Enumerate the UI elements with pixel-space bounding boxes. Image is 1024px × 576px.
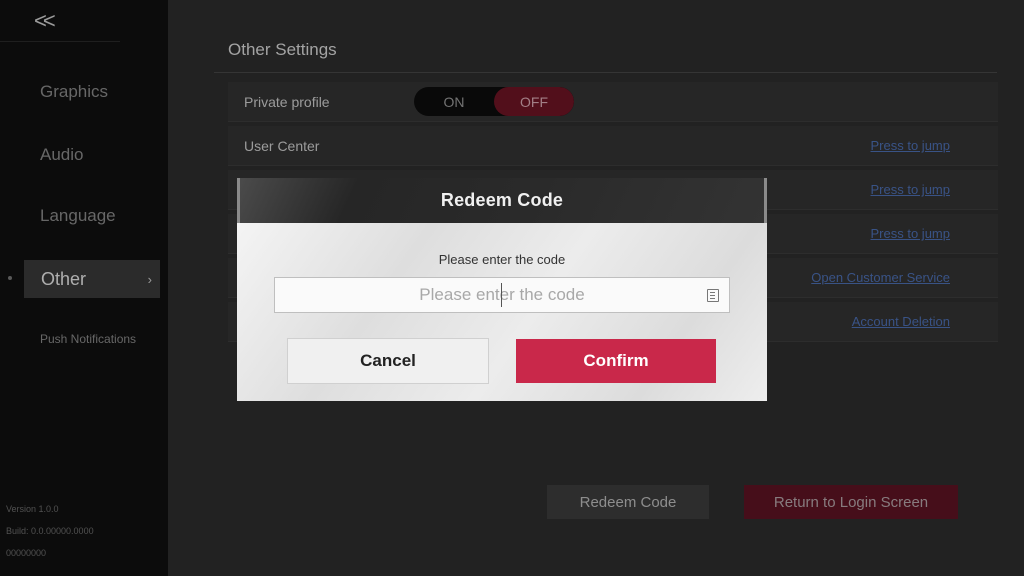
paste-icon[interactable] [707, 289, 719, 302]
redeem-code-input[interactable] [274, 277, 730, 313]
cancel-button[interactable]: Cancel [288, 339, 488, 383]
confirm-button[interactable]: Confirm [516, 339, 716, 383]
dialog-prompt: Please enter the code [438, 252, 566, 267]
redeem-code-dialog: Redeem Code Please enter the code Cancel… [237, 178, 767, 401]
text-caret [501, 283, 502, 307]
dialog-title: Redeem Code [440, 190, 564, 210]
dialog-header: Redeem Code [237, 178, 767, 223]
dialog-body: Please enter the code Cancel Confirm [237, 223, 767, 401]
